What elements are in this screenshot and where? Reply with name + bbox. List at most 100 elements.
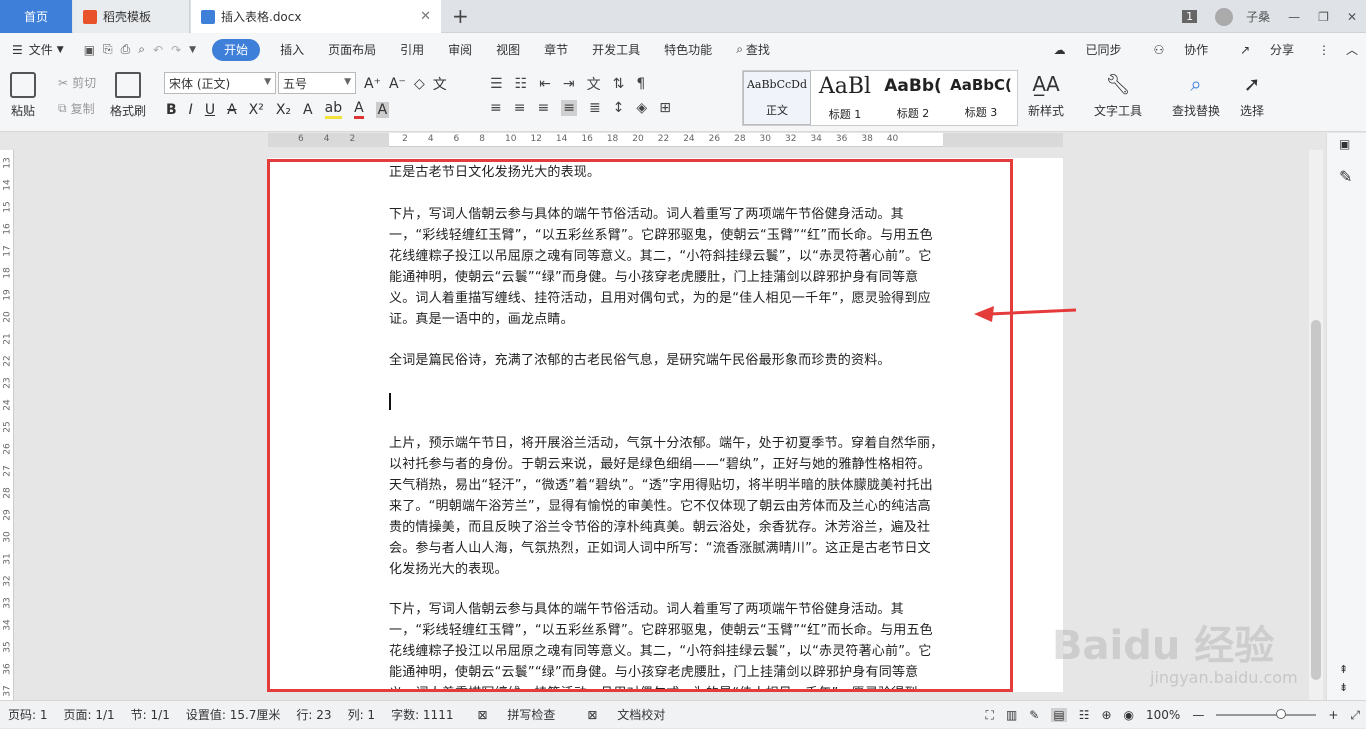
phonetic-icon[interactable]: 文 — [433, 74, 447, 94]
menu-features[interactable]: 特色功能 — [652, 33, 724, 66]
write-mode-icon[interactable]: ✎ — [1029, 708, 1039, 722]
font-size-select[interactable]: 五号 ▼ — [278, 72, 356, 94]
preview-icon[interactable]: ⌕ — [138, 42, 145, 57]
sort-icon[interactable]: ⇅ — [613, 76, 625, 92]
menu-page-layout[interactable]: 页面布局 — [316, 33, 388, 66]
outline-view-icon[interactable]: ☷ — [1079, 708, 1090, 722]
file-menu[interactable]: ☰ 文件 ▼ — [0, 33, 76, 66]
vertical-scrollbar[interactable] — [1309, 150, 1323, 700]
subscript-icon[interactable]: X₂ — [276, 102, 291, 118]
vertical-ruler[interactable]: 13 14 15 16 17 18 19 20 21 22 23 24 25 26 27 28 29 30 31 32… — [0, 150, 14, 700]
edit-pen-icon[interactable]: ✎ — [1339, 167, 1352, 186]
tab-document[interactable]: 插入表格.docx ✕ — [191, 0, 441, 33]
zoom-slider[interactable] — [1216, 709, 1317, 719]
font-color-icon[interactable]: A — [354, 100, 364, 119]
grow-font-icon[interactable]: A⁺ — [364, 76, 381, 92]
zoom-in-icon[interactable]: + — [1328, 708, 1338, 722]
menu-start[interactable]: 开始 — [212, 38, 261, 61]
superscript-icon[interactable]: X² — [249, 102, 264, 118]
prev-page-icon[interactable]: ⇞ — [1339, 663, 1348, 676]
export-icon[interactable]: ⎘ — [103, 42, 113, 57]
shading-icon[interactable]: ◈ — [636, 100, 647, 116]
minimize-icon[interactable]: — — [1288, 10, 1300, 24]
menu-review[interactable]: 审阅 — [436, 33, 484, 66]
menu-insert[interactable]: 插入 — [268, 33, 316, 66]
tab-docer-templates[interactable]: 稻壳模板 — [73, 0, 190, 33]
distribute-icon[interactable]: ≣ — [589, 100, 601, 116]
underline-icon[interactable]: U — [205, 102, 215, 118]
sync-status[interactable]: ☁ 已同步 — [1046, 41, 1130, 58]
numbered-list-icon[interactable]: ☷ — [515, 76, 528, 92]
horizontal-ruler[interactable]: 642 2 4 6 8 10 12 14 16 18 20 22 24 26 28 30 32 34 36 38 40 — [268, 133, 1063, 147]
print-icon[interactable]: ⎙ — [121, 42, 131, 57]
bullet-list-icon[interactable]: ☰ — [490, 76, 503, 92]
panel-toggle-icon[interactable]: ▣ — [1339, 137, 1350, 151]
menu-search[interactable]: ⌕ 查找 — [724, 33, 782, 66]
spell-check-button[interactable]: ⊠ 拼写检查 — [469, 706, 563, 723]
menu-developer[interactable]: 开发工具 — [580, 33, 652, 66]
line-spacing-icon[interactable]: ↕ — [613, 100, 625, 116]
collapse-ribbon-icon[interactable]: ︿ — [1346, 41, 1358, 58]
fit-window-icon[interactable]: ⤢ — [1350, 708, 1360, 723]
borders-icon[interactable]: ⊞ — [659, 100, 671, 116]
avatar[interactable] — [1215, 7, 1234, 26]
show-marks-icon[interactable]: ¶ — [636, 76, 645, 92]
align-center-icon[interactable]: ≡ — [514, 100, 526, 116]
cut-button[interactable]: ✂ 剪切 — [58, 74, 96, 91]
user-name[interactable]: 子桑 — [1246, 8, 1270, 25]
close-window-icon[interactable]: ✕ — [1347, 10, 1357, 24]
undo-icon[interactable]: ↶ — [153, 43, 163, 57]
find-replace-button[interactable]: ⌕ 查找替换 — [1172, 72, 1220, 119]
strikethrough-icon[interactable]: A — [227, 102, 237, 118]
zoom-level[interactable]: 100% — [1146, 708, 1180, 722]
menu-view[interactable]: 视图 — [484, 33, 532, 66]
zoom-slider-handle[interactable] — [1276, 709, 1287, 719]
next-page-icon[interactable]: ⇟ — [1339, 681, 1348, 694]
decrease-indent-icon[interactable]: ⇤ — [539, 76, 551, 92]
page-view-icon[interactable]: ▤ — [1051, 708, 1067, 722]
format-painter-button[interactable]: 格式刷 — [110, 72, 146, 119]
eye-protection-icon[interactable]: ◉ — [1124, 708, 1134, 722]
style-heading-2[interactable]: AaBb(标题 2 — [879, 71, 947, 125]
new-tab-icon[interactable]: + — [452, 4, 469, 28]
fullscreen-icon[interactable]: ⛶ — [986, 708, 994, 723]
justify-icon[interactable]: ≡ — [561, 100, 577, 116]
text-tools-button[interactable]: 🔧︎ 文字工具 — [1094, 72, 1142, 119]
proofread-button[interactable]: ⊠ 文档校对 — [579, 706, 673, 723]
status-words[interactable]: 字数: 1111 — [391, 706, 453, 723]
paste-button[interactable]: 粘贴 — [10, 72, 36, 119]
reading-mode-icon[interactable]: ▥ — [1006, 708, 1017, 722]
char-shading-icon[interactable]: A — [375, 101, 390, 118]
chinese-layout-icon[interactable]: 文 — [587, 74, 601, 94]
share-button[interactable]: ↗ 分享 — [1232, 41, 1302, 58]
style-heading-3[interactable]: AaBbC(标题 3 — [947, 71, 1015, 125]
align-left-icon[interactable]: ≡ — [490, 100, 502, 116]
menu-references[interactable]: 引用 — [388, 33, 436, 66]
select-button[interactable]: ➚ 选择 — [1240, 72, 1264, 119]
restore-icon[interactable]: ❐ — [1318, 10, 1329, 24]
zoom-out-icon[interactable]: — — [1192, 708, 1204, 722]
more-icon[interactable]: ⋮ — [1318, 43, 1330, 57]
style-heading-1[interactable]: AaBl 标题 1 — [811, 71, 879, 125]
scrollbar-thumb[interactable] — [1311, 320, 1321, 680]
customize-icon[interactable]: ▼ — [189, 45, 196, 55]
tab-home[interactable]: 首页 — [0, 0, 72, 33]
menu-chapter[interactable]: 章节 — [532, 33, 580, 66]
close-tab-icon[interactable]: ✕ — [420, 9, 431, 24]
shrink-font-icon[interactable]: A⁻ — [389, 76, 406, 92]
clear-format-icon[interactable]: ◇ — [414, 76, 425, 92]
web-view-icon[interactable]: ⊕ — [1101, 708, 1111, 722]
collab-button[interactable]: ⚇ 协作 — [1146, 41, 1217, 58]
style-normal[interactable]: AaBbCcDd 正文 — [743, 71, 811, 125]
italic-icon[interactable]: I — [189, 102, 193, 118]
font-name-select[interactable]: 宋体 (正文) ▼ — [164, 72, 276, 94]
redo-icon[interactable]: ↷ — [171, 43, 181, 57]
text-effect-icon[interactable]: A — [303, 102, 313, 118]
increase-indent-icon[interactable]: ⇥ — [563, 76, 575, 92]
bold-icon[interactable]: B — [166, 102, 177, 118]
copy-button[interactable]: ⧉ 复制 — [58, 100, 95, 117]
align-right-icon[interactable]: ≡ — [537, 100, 549, 116]
highlight-icon[interactable]: ab — [324, 100, 343, 119]
new-style-button[interactable]: A̲A 新样式 — [1028, 72, 1064, 119]
save-icon[interactable]: ▣ — [84, 43, 95, 57]
